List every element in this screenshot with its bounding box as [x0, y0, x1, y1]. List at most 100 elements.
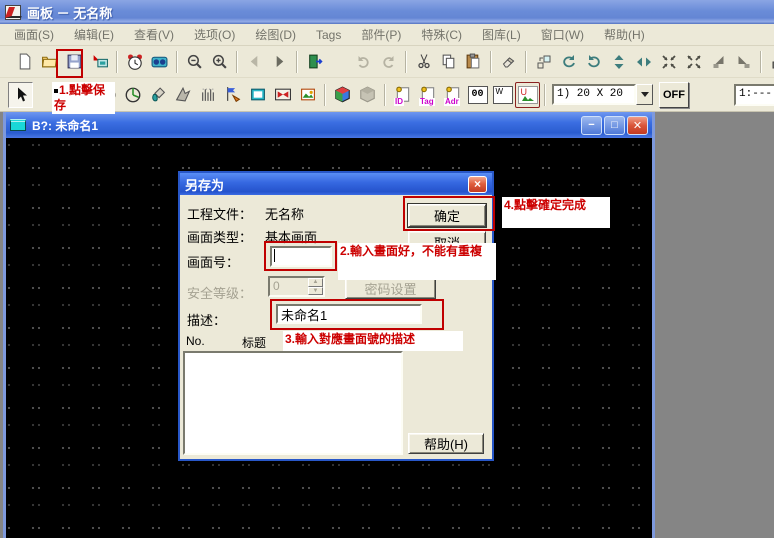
menu-view[interactable]: 查看(V) — [124, 24, 184, 46]
dialog-body: 工程文件： 无名称 画面类型： 基本画面 画面号： 安全等级： 0 ▲▼ 密码设… — [180, 195, 492, 459]
polygon-tool-button[interactable] — [170, 82, 195, 108]
screen-number-input[interactable] — [270, 246, 332, 267]
combobox-dropdown-button[interactable] — [636, 84, 653, 105]
picture-part-button[interactable] — [295, 82, 320, 108]
exit-button[interactable] — [302, 49, 327, 75]
screen-zoom-combobox[interactable]: 1) 20 X 20 — [552, 84, 653, 105]
paint-bucket-icon — [149, 86, 167, 103]
library-3d-grey-icon — [358, 86, 377, 104]
duplicate-button[interactable] — [531, 49, 556, 75]
send-back-icon — [735, 54, 752, 70]
maximize-button[interactable]: □ — [604, 116, 625, 135]
cursor-arrow-icon — [13, 86, 29, 103]
menu-screen[interactable]: 画面(S) — [4, 24, 64, 46]
prev-screen-button[interactable] — [242, 49, 267, 75]
zoom-in-button[interactable] — [207, 49, 232, 75]
menu-options[interactable]: 选项(O) — [184, 24, 245, 46]
security-level-spinner[interactable]: 0 ▲▼ — [268, 276, 325, 297]
bring-front-button[interactable] — [706, 49, 731, 75]
scale-tool-button[interactable] — [195, 82, 220, 108]
off-toggle-button[interactable]: OFF — [659, 82, 689, 108]
id-list-button[interactable]: ID — [390, 82, 415, 108]
digit-display-button[interactable]: 00 — [465, 82, 490, 108]
zoom-in-icon — [211, 53, 228, 70]
screen-list-box[interactable] — [183, 351, 403, 455]
flip-vertical-button[interactable] — [606, 49, 631, 75]
screen-number-label: 画面号： — [187, 252, 239, 271]
new-file-button[interactable] — [12, 49, 37, 75]
tag-label: Tag — [419, 98, 435, 106]
save-button[interactable] — [62, 49, 87, 75]
undo-button[interactable] — [351, 49, 376, 75]
ok-label: 确定 — [434, 206, 460, 225]
spinner-down-icon[interactable]: ▼ — [308, 287, 323, 296]
menu-window[interactable]: 窗口(W) — [531, 24, 594, 46]
menu-tags[interactable]: Tags — [306, 24, 351, 46]
fill-tool-button[interactable] — [145, 82, 170, 108]
grid-snap-button[interactable] — [766, 49, 774, 75]
password-settings-label: 密码设置 — [364, 279, 416, 298]
cut-button[interactable] — [411, 49, 436, 75]
adr-list-button[interactable]: Adr — [440, 82, 465, 108]
dialog-close-button[interactable]: × — [468, 176, 487, 193]
rotate-left-button[interactable] — [556, 49, 581, 75]
paste-button[interactable] — [461, 49, 486, 75]
arc-tool-button[interactable] — [120, 82, 145, 108]
menu-special[interactable]: 特殊(C) — [411, 24, 472, 46]
shrink-button[interactable] — [656, 49, 681, 75]
description-input[interactable] — [276, 304, 422, 324]
send-back-button[interactable] — [731, 49, 756, 75]
alarm-part-button[interactable] — [270, 82, 295, 108]
password-settings-button[interactable]: 密码设置 — [345, 277, 436, 299]
zoom-out-icon — [186, 53, 203, 70]
exit-door-icon — [306, 53, 324, 70]
dialog-titlebar[interactable]: 另存为 × — [180, 173, 492, 195]
text-caret — [274, 249, 275, 262]
menu-edit[interactable]: 编辑(E) — [64, 24, 124, 46]
flip-horizontal-button[interactable] — [631, 49, 656, 75]
toolbar-draw: ID Tag Adr 00 W U 1) 20 X 20 OFF — [0, 78, 774, 112]
flag-tool-button[interactable] — [220, 82, 245, 108]
spinner-up-icon[interactable]: ▲ — [308, 278, 323, 287]
bowtie-part-icon — [274, 86, 292, 103]
off-label: OFF — [663, 89, 685, 101]
help-button[interactable]: 帮助(H) — [408, 433, 484, 454]
alarm-button[interactable] — [122, 49, 147, 75]
separator — [296, 51, 298, 73]
menu-library[interactable]: 图库(L) — [472, 24, 531, 46]
separator — [544, 84, 546, 106]
download-screen-button[interactable] — [87, 49, 112, 75]
enlarge-button[interactable] — [681, 49, 706, 75]
zoom-out-button[interactable] — [182, 49, 207, 75]
scale-ticks-icon — [199, 86, 217, 103]
view-browser-button[interactable] — [147, 49, 172, 75]
menu-parts[interactable]: 部件(P) — [351, 24, 411, 46]
menu-help[interactable]: 帮助(H) — [594, 24, 655, 46]
minimize-button[interactable]: − — [581, 116, 602, 135]
new-file-icon — [16, 53, 33, 70]
unit-picture-button[interactable]: U — [515, 82, 540, 108]
app-title: 画板 － 无名称 — [27, 3, 112, 22]
copy-button[interactable] — [436, 49, 461, 75]
erase-button[interactable] — [496, 49, 521, 75]
redo-button[interactable] — [376, 49, 401, 75]
document-titlebar[interactable]: B?: 未命名1 − □ ✕ — [6, 112, 652, 138]
tag-list-button[interactable]: Tag — [415, 82, 440, 108]
toolbar-standard — [0, 46, 774, 78]
library-3d-button[interactable] — [330, 82, 355, 108]
screen-part-button[interactable] — [245, 82, 270, 108]
forward-arrow-icon — [272, 54, 287, 69]
ok-button[interactable]: 确定 — [408, 204, 486, 227]
select-tool-button[interactable] — [8, 82, 33, 108]
separator — [525, 51, 527, 73]
open-file-button[interactable] — [37, 49, 62, 75]
window-part-button[interactable]: W — [490, 82, 515, 108]
library-3d-disabled-button[interactable] — [355, 82, 380, 108]
menu-draw[interactable]: 绘图(D) — [245, 24, 306, 46]
eraser-icon — [500, 54, 517, 70]
next-screen-button[interactable] — [267, 49, 292, 75]
rotate-right-button[interactable] — [581, 49, 606, 75]
rotate-left-icon — [561, 54, 577, 70]
polygon-tool-icon — [174, 86, 192, 103]
close-button[interactable]: ✕ — [627, 116, 648, 135]
